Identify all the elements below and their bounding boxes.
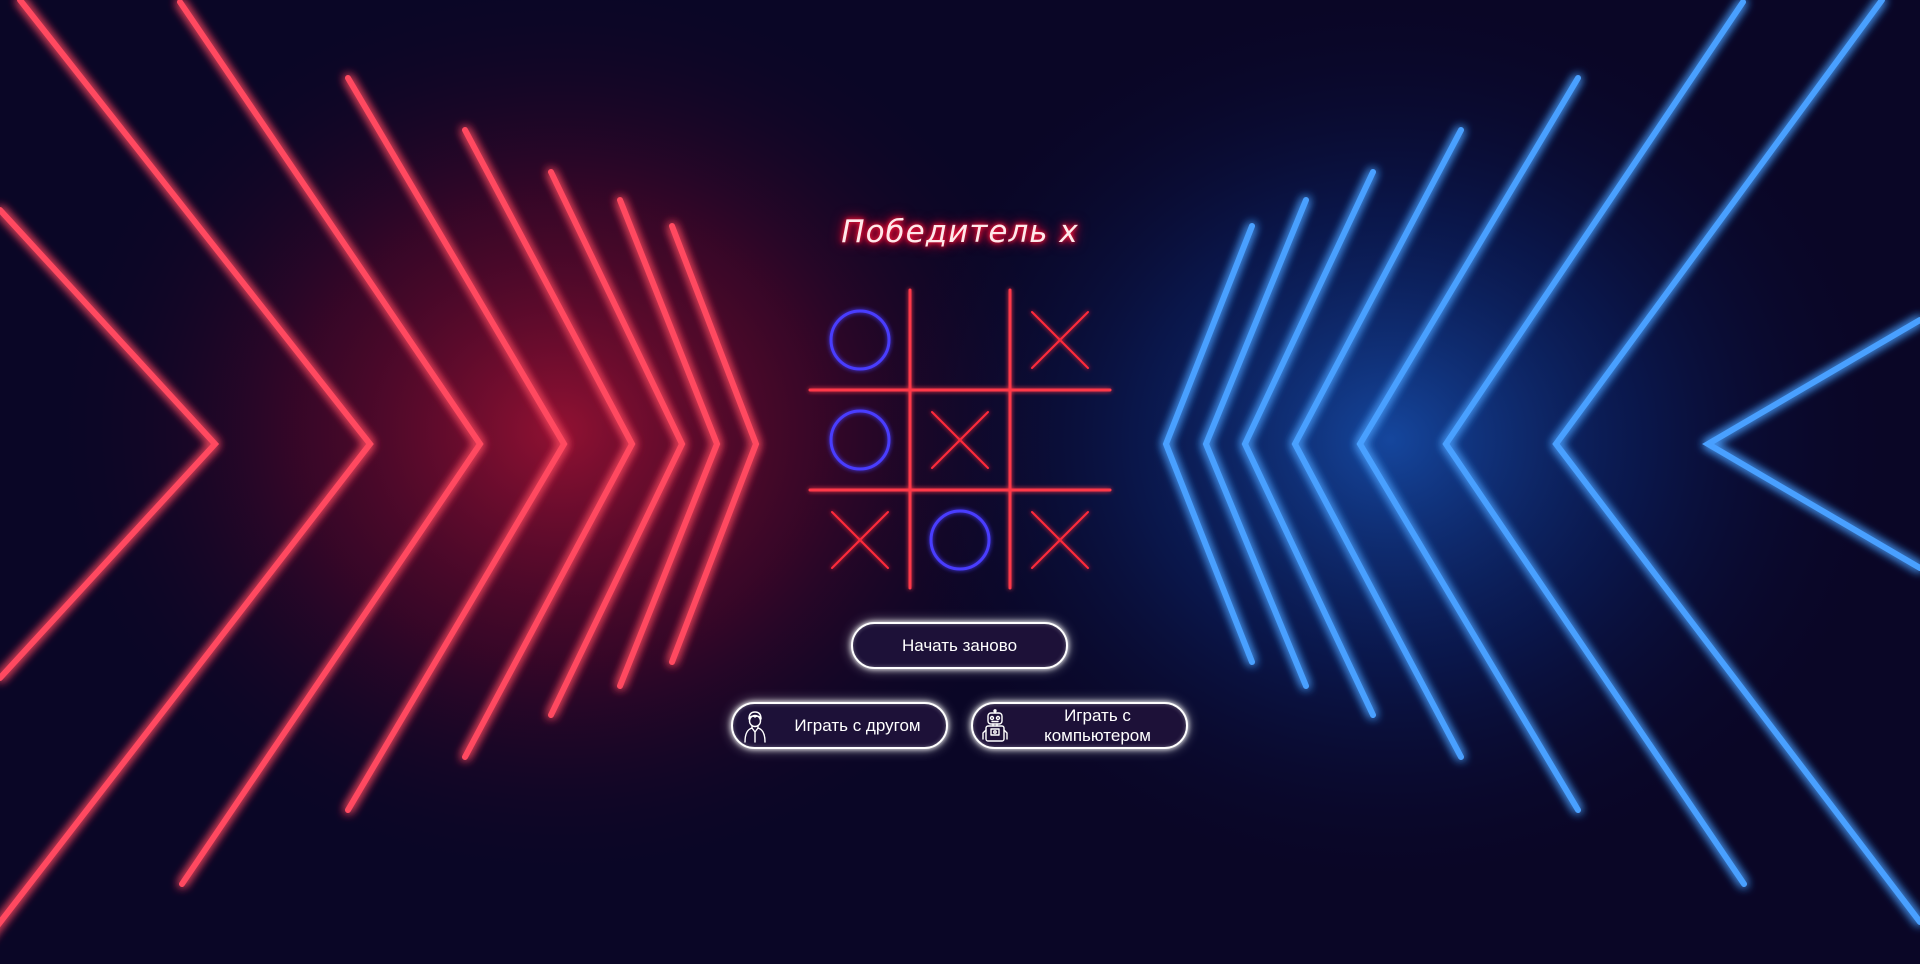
restart-button-label: Начать заново	[901, 635, 1018, 655]
person-icon	[744, 710, 766, 743]
board-cell-x[interactable]	[810, 490, 910, 590]
restart-button[interactable]: Начать заново	[851, 622, 1068, 669]
x-mark	[831, 511, 889, 569]
x-mark	[1031, 511, 1089, 569]
game-board	[808, 286, 1112, 592]
winner-title: Победитель x	[841, 214, 1079, 250]
play-with-computer-label: Играть с компьютером	[1044, 705, 1151, 745]
board-cell-o[interactable]	[910, 490, 1010, 590]
play-with-computer-button[interactable]: Играть с компьютером	[971, 702, 1188, 749]
board-cell-x[interactable]	[910, 390, 1010, 490]
board-cell-x[interactable]	[1010, 290, 1110, 390]
robot-icon	[982, 708, 1008, 742]
x-mark	[1031, 311, 1089, 369]
o-mark	[829, 309, 891, 371]
play-with-friend-label: Играть с другом	[794, 715, 921, 735]
board-cell-o[interactable]	[810, 290, 910, 390]
board-cell-o[interactable]	[810, 390, 910, 490]
play-with-friend-button[interactable]: Играть с другом	[731, 702, 948, 749]
o-mark	[829, 409, 891, 471]
board-cell-x[interactable]	[1010, 490, 1110, 590]
o-mark	[929, 509, 991, 571]
board-cell-empty[interactable]	[910, 290, 1010, 390]
x-mark	[931, 411, 989, 469]
board-cell-empty[interactable]	[1010, 390, 1110, 490]
